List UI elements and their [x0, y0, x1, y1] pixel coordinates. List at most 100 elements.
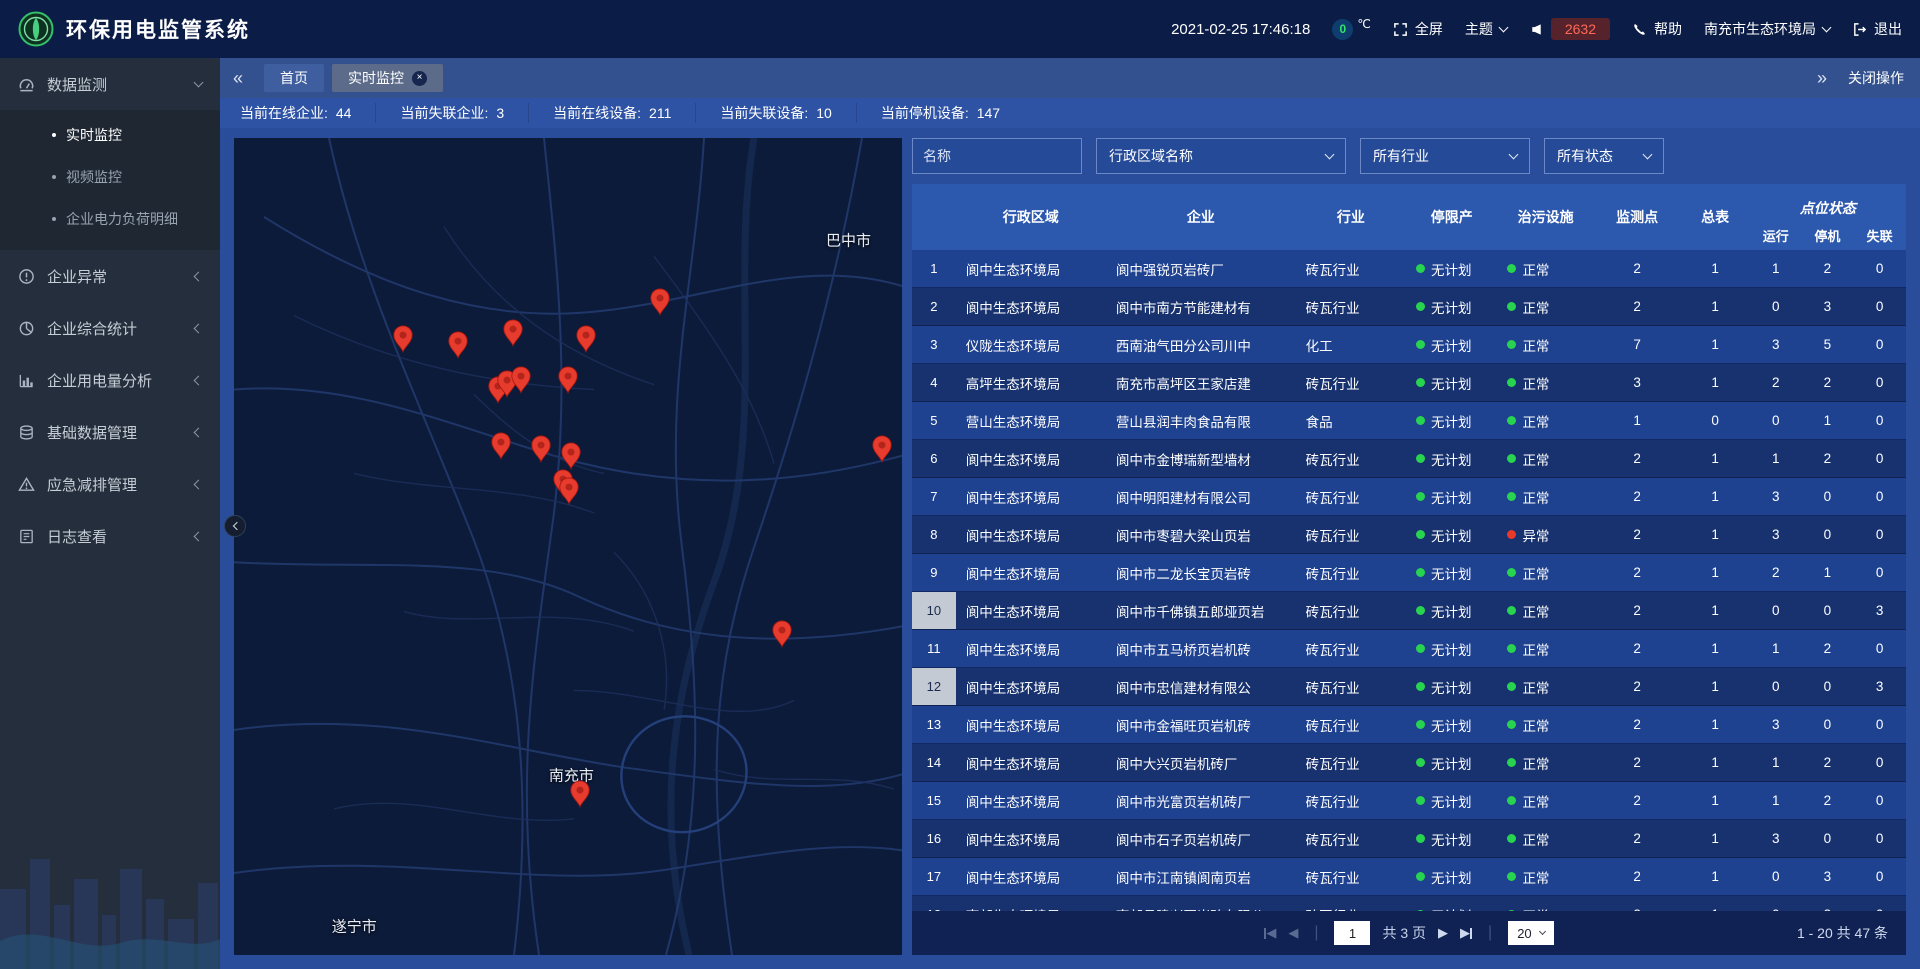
- page-number-input[interactable]: [1334, 921, 1370, 945]
- row-index: 12: [912, 668, 956, 705]
- cell-region: 阆中生态环境局: [956, 288, 1106, 325]
- pager-prev-button[interactable]: ◀: [1288, 925, 1298, 941]
- table-row[interactable]: 14 阆中生态环境局 阆中大兴页岩机砖厂 砖瓦行业 无计划: [912, 744, 1906, 782]
- table-row[interactable]: 17 阆中生态环境局 阆中市江南镇阆南页岩 砖瓦行业 无计划: [912, 858, 1906, 896]
- cell-monitor-count: 2: [1594, 516, 1680, 553]
- map-pin-icon[interactable]: [871, 435, 892, 463]
- chevron-down-icon: [194, 77, 204, 87]
- map-pin-icon[interactable]: [771, 620, 792, 648]
- stat-label: 当前在线设备:: [553, 103, 641, 123]
- close-operations-button[interactable]: 关闭操作: [1848, 68, 1904, 88]
- map-collapse-button[interactable]: [224, 515, 246, 537]
- map-pin-icon[interactable]: [558, 477, 579, 505]
- table-row[interactable]: 5 营山生态环境局 营山县润丰肉食品有限 食品 无计划: [912, 402, 1906, 440]
- map-pin-icon[interactable]: [447, 331, 468, 359]
- header-controls: 2021-02-25 17:46:18 0 ℃ 全屏 主题 2632 帮助: [1171, 18, 1902, 40]
- table-row[interactable]: 8 阆中生态环境局 阆中市枣碧大梁山页岩 砖瓦行业 无计划: [912, 516, 1906, 554]
- table-row[interactable]: 2 阆中生态环境局 阆中市南方节能建材有 砖瓦行业 无计划: [912, 288, 1906, 326]
- cell-monitor-count: 7: [1594, 326, 1680, 363]
- tab-home[interactable]: 首页: [264, 64, 324, 92]
- help-button[interactable]: 帮助: [1632, 19, 1682, 39]
- table-row[interactable]: 12 阆中生态环境局 阆中市忠信建材有限公 砖瓦行业 无计划: [912, 668, 1906, 706]
- status-dot-icon: [1507, 606, 1516, 615]
- theme-dropdown[interactable]: 主题: [1465, 19, 1507, 39]
- table-row[interactable]: 4 高坪生态环境局 南充市高坪区王家店建 砖瓦行业 无计划: [912, 364, 1906, 402]
- table-row[interactable]: 11 阆中生态环境局 阆中市五马桥页岩机砖 砖瓦行业 无计划: [912, 630, 1906, 668]
- map-pin-icon[interactable]: [510, 366, 531, 394]
- tab-scroll-left-button[interactable]: «: [220, 58, 256, 98]
- sidebar-item-enterprise-stats[interactable]: 企业综合统计: [0, 302, 220, 354]
- cell-company: 阆中市江南镇阆南页岩: [1106, 858, 1296, 895]
- sidebar-item-data-monitor[interactable]: 数据监测: [0, 58, 220, 110]
- page-size-select[interactable]: 20: [1508, 921, 1553, 945]
- table-row[interactable]: 9 阆中生态环境局 阆中市二龙长宝页岩砖 砖瓦行业 无计划: [912, 554, 1906, 592]
- sidebar-item-logs[interactable]: 日志查看: [0, 510, 220, 562]
- cell-limit-status: 无计划: [1406, 402, 1497, 439]
- cell-stopped-count: 3: [1802, 288, 1854, 325]
- sidebar-subitem[interactable]: 实时监控: [0, 114, 220, 156]
- cell-region: 阆中生态环境局: [956, 706, 1106, 743]
- map-pin-icon[interactable]: [503, 319, 524, 347]
- bullet-dot-icon: [52, 133, 56, 137]
- cell-region: 阆中生态环境局: [956, 250, 1106, 287]
- sidebar-item-power-analysis[interactable]: 企业用电量分析: [0, 354, 220, 406]
- cell-facility-status: 正常: [1497, 440, 1593, 477]
- cell-lost-count: 0: [1853, 820, 1906, 857]
- cell-running-count: 3: [1750, 516, 1802, 553]
- limit-status-text: 无计划: [1431, 677, 1472, 697]
- cell-facility-status: 正常: [1497, 858, 1593, 895]
- sidebar-item-emergency[interactable]: 应急减排管理: [0, 458, 220, 510]
- pager-next-button[interactable]: ▶: [1438, 925, 1448, 941]
- map-pin-icon[interactable]: [393, 325, 414, 353]
- fullscreen-button[interactable]: 全屏: [1393, 19, 1443, 39]
- facility-status-text: 异常: [1522, 525, 1549, 545]
- status-filter-select[interactable]: 所有状态: [1544, 138, 1664, 174]
- tab-close-icon[interactable]: ×: [412, 71, 427, 86]
- name-filter-input[interactable]: [912, 138, 1082, 174]
- map-pin-icon[interactable]: [490, 432, 511, 460]
- tab-realtime-monitor[interactable]: 实时监控 ×: [332, 64, 443, 92]
- table-row[interactable]: 18 南部生态环境局 南部县建兴页岩砖有限公 砖瓦行业 无计划: [912, 896, 1906, 911]
- map-pin-icon[interactable]: [576, 325, 597, 353]
- pager-last-button[interactable]: ▶: [1460, 925, 1472, 941]
- panels: 巴中市 南充市 遂宁市: [220, 128, 1920, 969]
- sidebar-subitem[interactable]: 视频监控: [0, 156, 220, 198]
- map-pin-icon[interactable]: [531, 435, 552, 463]
- table-row[interactable]: 3 仪陇生态环境局 西南油气田分公司川中 化工 无计划: [912, 326, 1906, 364]
- sidebar-item-base-data[interactable]: 基础数据管理: [0, 406, 220, 458]
- map-pin-icon[interactable]: [558, 366, 579, 394]
- app-title: 环保用电监管系统: [66, 14, 250, 44]
- table-row[interactable]: 13 阆中生态环境局 阆中市金福旺页岩机砖 砖瓦行业 无计划: [912, 706, 1906, 744]
- status-filter-value: 所有状态: [1557, 146, 1613, 166]
- status-dot-icon: [1416, 682, 1425, 691]
- table-row[interactable]: 7 阆中生态环境局 阆中明阳建材有限公司 砖瓦行业 无计划: [912, 478, 1906, 516]
- map-pin-icon[interactable]: [649, 288, 670, 316]
- brand: 环保用电监管系统: [18, 0, 250, 58]
- industry-filter-select[interactable]: 所有行业: [1360, 138, 1530, 174]
- table-row[interactable]: 15 阆中生态环境局 阆中市光富页岩机砖厂 砖瓦行业 无计划: [912, 782, 1906, 820]
- logout-button[interactable]: 退出: [1852, 19, 1902, 39]
- org-dropdown[interactable]: 南充市生态环境局: [1704, 19, 1830, 39]
- map-panel[interactable]: 巴中市 南充市 遂宁市: [234, 138, 902, 955]
- table-row[interactable]: 16 阆中生态环境局 阆中市石子页岩机砖厂 砖瓦行业 无计划: [912, 820, 1906, 858]
- map-pin-icon[interactable]: [570, 780, 591, 808]
- cell-meter-count: 1: [1680, 516, 1750, 553]
- table-row[interactable]: 10 阆中生态环境局 阆中市千佛镇五郎垭页岩 砖瓦行业 无计划: [912, 592, 1906, 630]
- cell-stopped-count: 3: [1802, 896, 1854, 911]
- sidebar-item-enterprise-abnormal[interactable]: 企业异常: [0, 250, 220, 302]
- region-filter-select[interactable]: 行政区域名称: [1096, 138, 1346, 174]
- map-pin-icon[interactable]: [560, 442, 581, 470]
- status-dot-icon: [1416, 644, 1425, 653]
- cell-lost-count: 0: [1853, 440, 1906, 477]
- announcement-button[interactable]: 2632: [1529, 18, 1610, 40]
- tab-scroll-right-button[interactable]: »: [1804, 58, 1840, 98]
- status-dot-icon: [1416, 606, 1425, 615]
- sidebar-subitem[interactable]: 企业电力负荷明细: [0, 198, 220, 240]
- cell-industry: 砖瓦行业: [1296, 782, 1406, 819]
- table-row[interactable]: 1 阆中生态环境局 阆中强锐页岩砖厂 砖瓦行业 无计划: [912, 250, 1906, 288]
- pager-first-button[interactable]: ◀: [1264, 925, 1276, 941]
- cell-monitor-count: 2: [1594, 288, 1680, 325]
- table-row[interactable]: 6 阆中生态环境局 阆中市金博瑞新型墙材 砖瓦行业 无计划: [912, 440, 1906, 478]
- stat-value: 3: [496, 105, 504, 121]
- tab-bar: « 首页 实时监控 × » 关闭操作: [220, 58, 1920, 98]
